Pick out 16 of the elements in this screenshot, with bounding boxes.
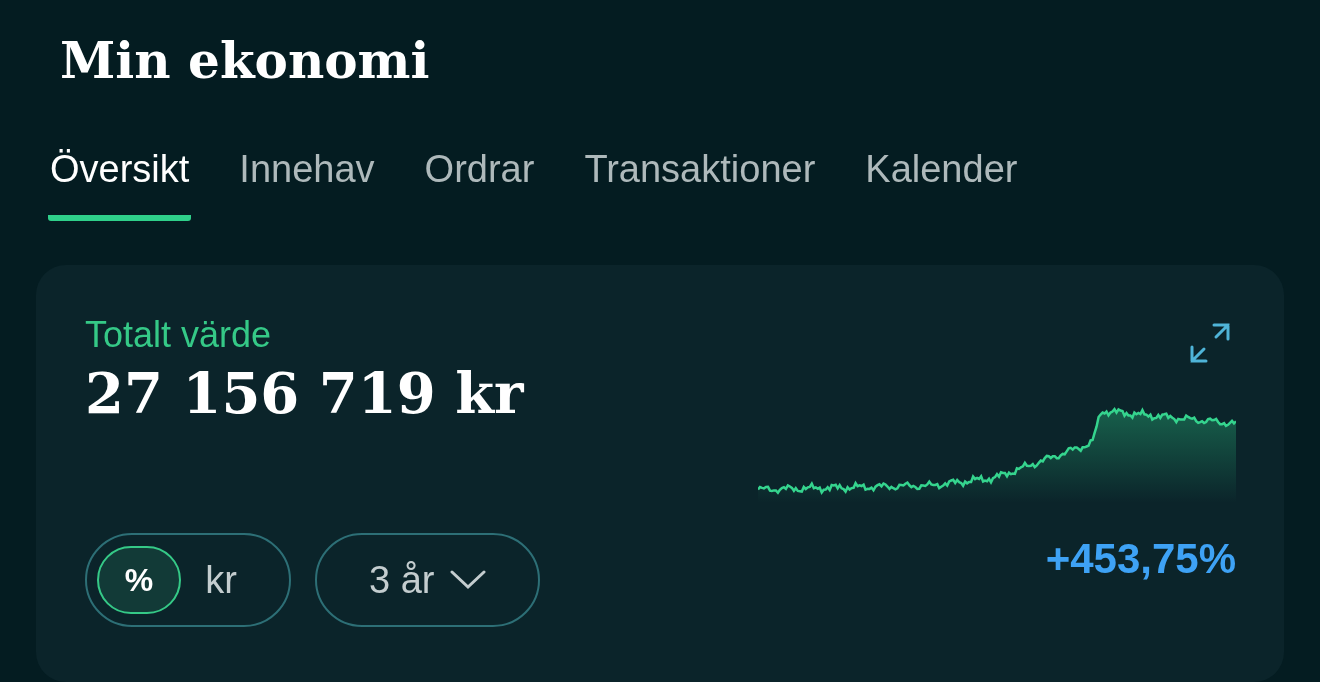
unit-toggle[interactable]: % kr [85,533,291,627]
tab[interactable]: Ordrar [422,148,537,221]
page-title: Min ekonomi [60,30,431,92]
total-value: 27 156 719 kr [85,359,525,428]
tab[interactable]: Översikt [48,148,192,221]
period-dropdown[interactable]: 3 år [315,533,541,627]
expand-icon [1188,321,1232,365]
tab[interactable]: Kalender [863,148,1020,221]
tab[interactable]: Transaktioner [582,148,818,221]
unit-option[interactable]: % [97,546,181,614]
expand-button[interactable] [1188,321,1232,365]
card-label: Totalt värde [85,313,273,357]
change-percent: +453,75% [1045,535,1236,583]
chevron-down-icon [450,570,487,590]
unit-option[interactable]: kr [191,546,251,614]
tab[interactable]: Innehav [237,148,377,221]
